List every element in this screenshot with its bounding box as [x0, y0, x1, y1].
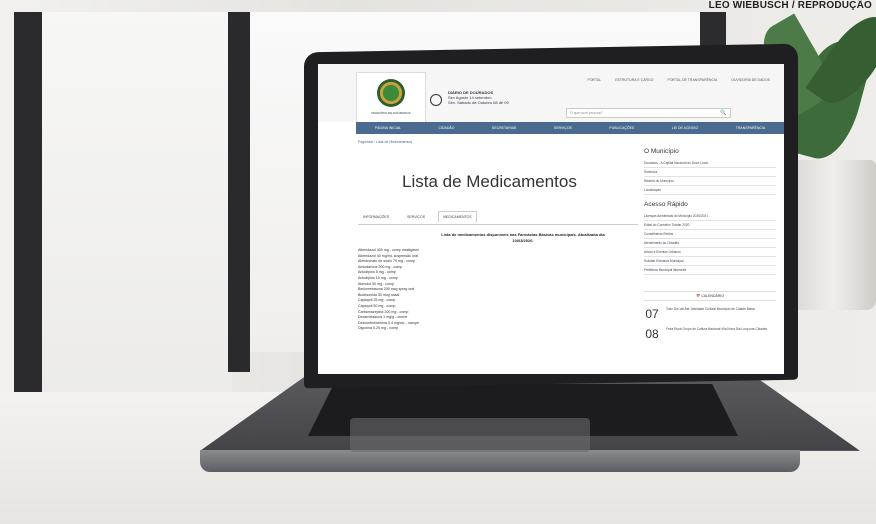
- municipal-logo[interactable]: MUNICÍPIO DE DOURADOS: [356, 72, 426, 126]
- nav-item[interactable]: SECRETARIAS: [492, 126, 516, 130]
- sidebar-link[interactable]: Solicitar Estrutura Municipal: [644, 257, 776, 266]
- list-item: Digoxina 0,25 mg - comp: [358, 326, 398, 331]
- event-text: Todo Dia Vai Até: Atividade Cultural Mun…: [666, 307, 755, 311]
- nav-item[interactable]: LEI DE ACESSO: [672, 126, 698, 130]
- page-title: Lista de Medicamentos: [402, 172, 577, 191]
- event-text: Feira Rural Grupo de Cultura Nacional Vi…: [666, 327, 768, 331]
- nav-item[interactable]: PUBLICAÇÕES: [609, 126, 634, 130]
- tab-informacoes[interactable]: INFORMAÇÕES: [358, 211, 394, 223]
- window-frame-middle: [228, 12, 250, 372]
- top-link[interactable]: PORTAL: [588, 78, 602, 82]
- calendar-event[interactable]: 07 Todo Dia Vai Até: Atividade Cultural …: [644, 307, 776, 321]
- top-links: PORTAL ESTRUTURA E CARGO PORTAL DE TRANS…: [588, 78, 771, 82]
- sidebar-link[interactable]: Conselheiros Eleitos: [644, 230, 776, 239]
- content-tabs: INFORMAÇÕES SERVIÇOS MEDICAMENTOS: [358, 210, 638, 225]
- nav-item[interactable]: PÁGINA INICIAL: [375, 126, 401, 130]
- breadcrumb[interactable]: Paginicial › Lista de Medicamentos: [358, 140, 412, 144]
- top-link[interactable]: OUVIDORIA DE DADOS: [731, 78, 770, 82]
- nav-item[interactable]: TRANSPARÊNCIA: [736, 126, 766, 130]
- sidebar-link[interactable]: Dourados - A Capital Nacional do Doce Lo…: [644, 159, 776, 168]
- main-nav: PÁGINA INICIAL CIDADÃO SECRETARIAS SERVI…: [356, 122, 784, 134]
- diario-info: DIÁRIO DE DOURADOS Sex Agosto 14 setembr…: [448, 90, 509, 105]
- top-link[interactable]: ESTRUTURA E CARGO: [615, 78, 653, 82]
- photo-credit: LEO WIEBUSCH / REPRODUÇÃO: [708, 0, 872, 11]
- sidebar-link[interactable]: Ativos e Eventos Urbanos: [644, 248, 776, 257]
- plant-pot: [790, 160, 876, 310]
- sidebar-link[interactable]: Edital do Conselho Tutelar 2020: [644, 221, 776, 230]
- search-input[interactable]: O que você procura?: [566, 108, 731, 118]
- clock-icon: [430, 94, 442, 106]
- logo-text: MUNICÍPIO DE DOURADOS: [371, 111, 411, 115]
- sidebar-heading: O Município: [644, 148, 679, 155]
- event-day: 08: [645, 327, 659, 341]
- sidebar-link[interactable]: História do Município: [644, 177, 776, 186]
- sidebar-link[interactable]: Símbolos: [644, 168, 776, 177]
- medicine-list: Albendazol 400 mg - comp mastigável Albe…: [358, 248, 558, 332]
- sidebar-link[interactable]: Prefeitura Municipal Itinerante: [644, 266, 776, 275]
- window-pane-left: [42, 12, 232, 392]
- window-frame-left: [14, 12, 42, 404]
- sidebar-link[interactable]: Atendimento ao Cidadão: [644, 239, 776, 248]
- calendar-title: CALENDÁRIO: [701, 294, 725, 298]
- tab-servicos[interactable]: SERVIÇOS: [402, 211, 430, 223]
- crest-icon: [377, 79, 405, 107]
- sidebar-link[interactable]: Licenças Ambientais do Município 2020/20…: [644, 212, 776, 221]
- nav-item[interactable]: CIDADÃO: [438, 126, 454, 130]
- calendar-event[interactable]: 08 Feira Rural Grupo de Cultura Nacional…: [644, 327, 776, 341]
- event-day: 07: [645, 307, 659, 321]
- intro-text: Lista de medicamentos disponíveis nas Fa…: [441, 232, 605, 243]
- top-link[interactable]: PORTAL DE TRANSPARÊNCIA: [668, 78, 718, 82]
- calendar-heading: 📅 CALENDÁRIO: [644, 291, 776, 301]
- sidebar-link[interactable]: Localização: [644, 186, 776, 195]
- nav-item[interactable]: SERVIÇOS: [554, 126, 572, 130]
- search-icon[interactable]: 🔍: [720, 110, 726, 116]
- trackpad: [350, 418, 590, 452]
- laptop-base-edge: [200, 450, 800, 472]
- diario-line: Sex. Sábado da Outubro 08 de 09: [448, 100, 509, 105]
- sidebar: O Município Dourados - A Capital Naciona…: [644, 146, 776, 341]
- tab-medicamentos[interactable]: MEDICAMENTOS: [438, 211, 477, 223]
- sidebar-heading: Acesso Rápido: [644, 201, 688, 208]
- laptop-screen: MUNICÍPIO DE DOURADOS DIÁRIO DE DOURADOS…: [318, 64, 784, 374]
